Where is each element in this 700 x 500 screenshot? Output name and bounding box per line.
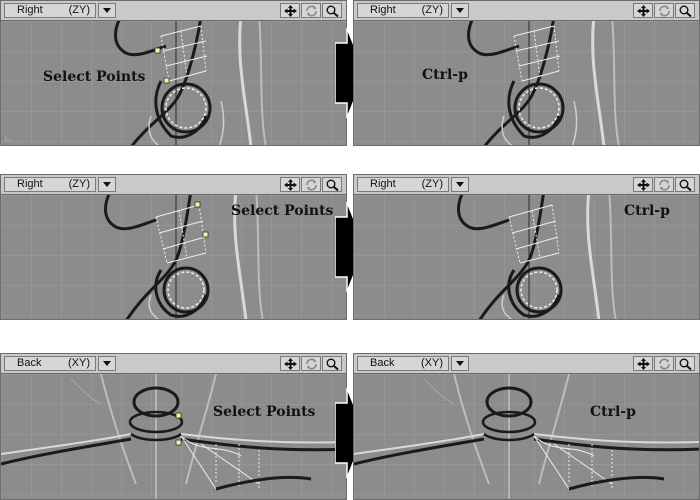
- view-type-dropdown[interactable]: Right (ZY): [357, 177, 449, 192]
- viewport-menu-button[interactable]: [98, 356, 116, 371]
- rotate-icon: [306, 5, 317, 17]
- view-name: Right: [370, 178, 396, 190]
- viewport-row1-right[interactable]: Right (ZY) Ctrl-p: [353, 0, 700, 146]
- viewport-toolbar: Back (XY): [1, 354, 346, 374]
- view-type-dropdown[interactable]: Right (ZY): [4, 177, 96, 192]
- viewport-canvas[interactable]: [354, 374, 699, 499]
- chevron-down-icon: [103, 361, 111, 366]
- view-name: Right: [370, 4, 396, 16]
- chevron-down-icon: [456, 182, 464, 187]
- view-axis: (ZY): [68, 178, 90, 190]
- rotate-icon: [659, 358, 670, 370]
- instruction-label: Ctrl-p: [624, 203, 670, 219]
- move-view-button[interactable]: [280, 177, 300, 192]
- rotate-icon: [306, 179, 317, 191]
- viewport-toolbar: Right (ZY): [354, 175, 699, 195]
- view-type-dropdown[interactable]: Right (ZY): [4, 3, 96, 18]
- rotate-view-button[interactable]: [301, 3, 321, 18]
- zoom-icon: [679, 358, 692, 370]
- viewport-row1-left[interactable]: Right (ZY) Select Points: [0, 0, 347, 146]
- viewport-menu-button[interactable]: [98, 177, 116, 192]
- viewport-canvas[interactable]: [1, 374, 346, 499]
- view-type-dropdown[interactable]: Right (ZY): [357, 3, 449, 18]
- instruction-label: Ctrl-p: [422, 67, 468, 83]
- move-view-button[interactable]: [280, 3, 300, 18]
- zoom-view-button[interactable]: [322, 356, 342, 371]
- zoom-view-button[interactable]: [322, 177, 342, 192]
- neck-wireframe-side: [354, 21, 699, 145]
- view-type-dropdown[interactable]: Back (XY): [357, 356, 449, 371]
- viewport-row2-right[interactable]: Right (ZY) Ctrl-p: [353, 174, 700, 320]
- move-view-button[interactable]: [633, 3, 653, 18]
- zoom-view-button[interactable]: [675, 3, 695, 18]
- instruction-label: Select Points: [231, 203, 334, 219]
- viewport-menu-button[interactable]: [451, 177, 469, 192]
- instruction-label: Select Points: [43, 69, 146, 85]
- zoom-view-button[interactable]: [675, 177, 695, 192]
- viewport-row2-left[interactable]: Right (ZY) Select Points: [0, 174, 347, 320]
- rotate-view-button[interactable]: [654, 177, 674, 192]
- rotate-view-button[interactable]: [654, 3, 674, 18]
- move-view-button[interactable]: [633, 356, 653, 371]
- view-name: Right: [17, 4, 43, 16]
- viewport-menu-button[interactable]: [451, 356, 469, 371]
- move-icon: [637, 5, 650, 17]
- viewport-canvas[interactable]: [354, 21, 699, 145]
- move-view-button[interactable]: [280, 356, 300, 371]
- rotate-view-button[interactable]: [301, 356, 321, 371]
- view-axis: (XY): [421, 357, 443, 369]
- zoom-icon: [326, 5, 339, 17]
- move-icon: [284, 358, 297, 370]
- view-name: Right: [17, 178, 43, 190]
- instruction-label: Select Points: [213, 404, 316, 420]
- view-axis: (XY): [68, 357, 90, 369]
- view-name: Back: [370, 357, 395, 369]
- zoom-view-button[interactable]: [675, 356, 695, 371]
- viewport-toolbar: Back (XY): [354, 354, 699, 374]
- view-axis: (ZY): [68, 4, 90, 16]
- move-icon: [284, 5, 297, 17]
- rotate-view-button[interactable]: [301, 177, 321, 192]
- view-type-dropdown[interactable]: Back (XY): [4, 356, 96, 371]
- viewport-menu-button[interactable]: [98, 3, 116, 18]
- viewport-row3-left[interactable]: Back (XY) Select Points: [0, 353, 347, 500]
- view-axis: (ZY): [421, 178, 443, 190]
- zoom-view-button[interactable]: [322, 3, 342, 18]
- instruction-label: Ctrl-p: [590, 404, 636, 420]
- zoom-icon: [326, 179, 339, 191]
- chevron-down-icon: [456, 361, 464, 366]
- chevron-down-icon: [103, 8, 111, 13]
- zoom-icon: [326, 358, 339, 370]
- viewport-menu-button[interactable]: [451, 3, 469, 18]
- rotate-icon: [659, 5, 670, 17]
- rotate-icon: [306, 358, 317, 370]
- viewport-toolbar: Right (ZY): [1, 175, 346, 195]
- viewport-toolbar: Right (ZY): [354, 1, 699, 21]
- chevron-down-icon: [103, 182, 111, 187]
- viewport-toolbar: Right (ZY): [1, 1, 346, 21]
- chevron-down-icon: [456, 8, 464, 13]
- move-icon: [284, 179, 297, 191]
- torso-wireframe-back: [354, 374, 699, 499]
- torso-wireframe-back: [1, 374, 346, 499]
- viewport-row3-right[interactable]: Back (XY) Ctrl-p: [353, 353, 700, 500]
- move-icon: [637, 358, 650, 370]
- view-name: Back: [17, 357, 42, 369]
- zoom-icon: [679, 179, 692, 191]
- rotate-view-button[interactable]: [654, 356, 674, 371]
- zoom-icon: [679, 5, 692, 17]
- move-icon: [637, 179, 650, 191]
- view-axis: (ZY): [421, 4, 443, 16]
- move-view-button[interactable]: [633, 177, 653, 192]
- rotate-icon: [659, 179, 670, 191]
